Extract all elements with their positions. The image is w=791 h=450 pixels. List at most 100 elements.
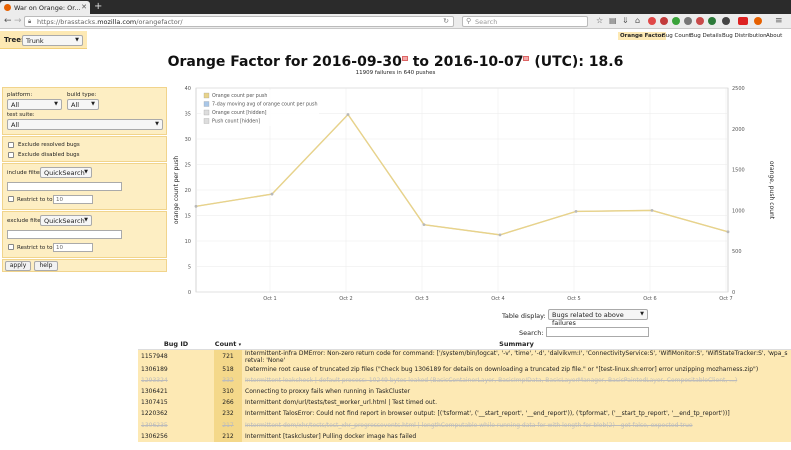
header-count[interactable]: Count ▾ [214, 339, 242, 350]
header-summary-label: Summary [499, 339, 534, 348]
apply-button[interactable]: apply [5, 261, 31, 271]
build-type-value: All [71, 101, 80, 109]
bug-id-link[interactable]: 1306235 [138, 419, 214, 431]
legend-swatch[interactable] [203, 101, 210, 107]
browser-tab[interactable]: War on Orange: Or... ✕ [0, 1, 90, 14]
bug-summary-text: Connecting to proxxy fails when running … [245, 387, 411, 395]
data-point[interactable] [726, 230, 730, 234]
bug-summary-cell: Intermittent TalosError: Could not find … [242, 408, 791, 420]
data-point[interactable] [650, 209, 654, 212]
table-row[interactable]: 1306189 518 Determine root cause of trunca… [138, 363, 791, 375]
bug-id-link[interactable]: 1306189 [138, 363, 214, 375]
exclude-disabled-checkbox[interactable] [8, 152, 14, 158]
nav-bug-count[interactable]: Bug Count [662, 33, 691, 39]
filter-sidebar: platform: build type: All ▼ All ▼ test sui… [2, 87, 167, 272]
data-point[interactable] [270, 192, 274, 196]
y-tick-label: 10 [185, 239, 191, 245]
data-point[interactable] [194, 204, 198, 208]
bug-count-cell: 310 [214, 385, 242, 398]
ublock-icon[interactable] [738, 17, 748, 25]
x-tick-label: Oct 5 [567, 296, 580, 302]
nav-bug-distribution[interactable]: Bug Distribution [722, 33, 767, 39]
table-row[interactable]: 1157948 721 Intermittent-infra DMError: No… [138, 349, 791, 364]
new-tab-icon[interactable]: + [94, 1, 102, 13]
test-suite-select[interactable]: All ▼ [7, 119, 163, 130]
close-tab-icon[interactable]: ✕ [81, 3, 87, 11]
bug-table-body: 1157948 721 Intermittent-infra DMError: No… [138, 349, 791, 442]
legend-swatch[interactable] [203, 92, 210, 99]
bug-count-cell: 518 [214, 363, 242, 375]
bookmark-star-icon[interactable]: ☆ [596, 16, 603, 26]
exclude-restrict-input[interactable]: 10 [53, 243, 93, 252]
table-row[interactable]: 1220362 232 Intermittent TalosError: Could… [138, 408, 791, 420]
bug-id-link[interactable]: 1157948 [138, 349, 214, 364]
table-row[interactable]: 1306256 212 Intermittent [taskcluster] Pul… [138, 430, 791, 442]
platform-select[interactable]: All ▼ [7, 99, 62, 110]
chevron-down-icon: ▼ [54, 101, 58, 107]
bug-id-link[interactable]: 1293324 [138, 374, 214, 386]
legend-swatch[interactable] [203, 109, 210, 116]
nav-about[interactable]: About [766, 33, 782, 39]
home-icon[interactable]: ⌂ [635, 16, 640, 26]
bug-id-link[interactable]: 1220362 [138, 408, 214, 420]
y2-tick-label: 2000 [732, 127, 745, 133]
addon-orange-icon[interactable] [754, 17, 762, 25]
reload-icon[interactable]: ↻ [443, 17, 449, 25]
include-restrict-checkbox[interactable] [8, 196, 14, 202]
include-filter-label: include filter: [7, 170, 44, 176]
include-filter-select[interactable]: QuickSearch ▼ [40, 167, 92, 178]
build-type-select[interactable]: All ▼ [67, 99, 99, 110]
table-display-select[interactable]: Bugs related to above failures ▼ [548, 309, 648, 327]
data-point[interactable] [346, 113, 350, 116]
include-restrict-input[interactable]: 10 [53, 195, 93, 204]
y-tick-label: 30 [185, 137, 191, 143]
data-point[interactable] [498, 233, 502, 237]
data-point[interactable] [422, 223, 426, 227]
bug-id-link[interactable]: 1306421 [138, 385, 214, 398]
table-row[interactable]: 1307415 266 Intermittent dom/url/tests/tes… [138, 397, 791, 409]
exclude-resolved-checkbox[interactable] [8, 142, 14, 148]
header-summary[interactable]: Summary [242, 339, 791, 350]
addon-gray-icon[interactable] [684, 17, 692, 25]
search-icon: ⚲ [466, 17, 472, 25]
data-point[interactable] [574, 210, 578, 213]
forward-icon[interactable]: → [14, 16, 22, 26]
exclude-filter-input[interactable] [7, 230, 122, 239]
table-search-input[interactable] [546, 327, 649, 337]
header-bug-id[interactable]: Bug ID [138, 339, 214, 350]
tree-select[interactable]: Trunk ▼ [22, 35, 83, 46]
bug-summary-text: Intermittent leakcheck | default process… [245, 376, 738, 384]
bug-id-link[interactable]: 1306256 [138, 430, 214, 442]
bug-summary-cell: Intermittent [taskcluster] Pulling docke… [242, 430, 791, 442]
search-bar[interactable]: ⚲ Search [462, 16, 588, 27]
table-row[interactable]: 1293324 332 Intermittent leakcheck | defau… [138, 374, 791, 386]
help-button[interactable]: help [34, 261, 58, 271]
bug-summary-cell: Intermittent-infra DMError: Non-zero ret… [242, 349, 791, 364]
exclude-restrict-checkbox[interactable] [8, 244, 14, 250]
bug-summary-cell: Connecting to proxxy fails when running … [242, 385, 791, 398]
action-panel: apply help [2, 259, 167, 272]
table-row[interactable]: 1306235 217 Intermittent dom/xhr/tests/tes… [138, 419, 791, 431]
addon-eye-icon[interactable] [722, 17, 730, 25]
addon-green-icon[interactable] [672, 17, 680, 25]
addon-shield-icon[interactable] [708, 17, 716, 25]
addon-lastpass-icon[interactable] [696, 17, 704, 25]
back-icon[interactable]: ← [4, 16, 12, 26]
library-icon[interactable]: ▤ [609, 16, 617, 26]
browser-navbar: ← → 🔒︎ https://brasstacks.mozilla.com/or… [0, 14, 791, 29]
exclude-filter-select[interactable]: QuickSearch ▼ [40, 215, 92, 226]
legend-swatch[interactable] [203, 118, 210, 124]
nav-bug-details[interactable]: Bug Details [690, 33, 722, 39]
menu-icon[interactable]: ≡ [775, 16, 783, 26]
include-filter-input[interactable] [7, 182, 122, 191]
nav-orange-factor[interactable]: Orange Factor [618, 32, 667, 40]
download-icon[interactable]: ⇓ [622, 16, 629, 26]
header-bug-id-label: Bug ID [163, 339, 189, 348]
addon-red-icon[interactable] [648, 17, 656, 25]
bug-summary-cell: Intermittent leakcheck | default process… [242, 374, 791, 386]
addon-pocket-icon[interactable] [660, 17, 668, 25]
url-bar[interactable]: 🔒︎ https://brasstacks.mozilla.com/orange… [24, 16, 454, 27]
bug-id-link[interactable]: 1307415 [138, 397, 214, 409]
table-row[interactable]: 1306421 310 Connecting to proxxy fails whe… [138, 385, 791, 398]
title-mid: to 2016-10-07 [407, 54, 524, 70]
